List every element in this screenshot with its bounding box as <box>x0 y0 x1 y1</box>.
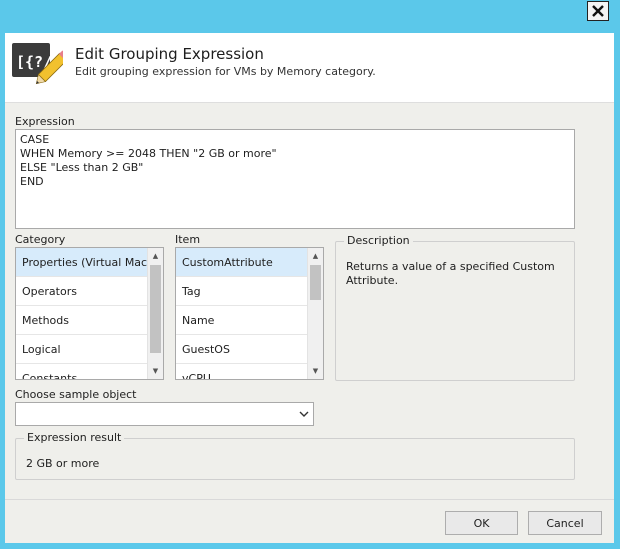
sample-object-label: Choose sample object <box>15 388 137 401</box>
item-scrollbar[interactable]: ▲ ▼ <box>307 248 323 379</box>
expression-result-value: 2 GB or more <box>26 457 100 470</box>
list-item[interactable]: Methods <box>16 306 163 335</box>
expression-line: ELSE "Less than 2 GB" <box>20 161 144 174</box>
item-listbox[interactable]: CustomAttribute Tag Name GuestOS vCPU ▲ … <box>175 247 324 380</box>
list-item[interactable]: Operators <box>16 277 163 306</box>
scroll-down-icon[interactable]: ▼ <box>148 363 163 379</box>
category-listbox[interactable]: Properties (Virtual Machine) Operators M… <box>15 247 164 380</box>
close-button[interactable] <box>587 1 609 21</box>
description-text: Returns a value of a specified Custom At… <box>346 260 555 287</box>
scroll-down-icon[interactable]: ▼ <box>308 363 323 379</box>
list-item[interactable]: CustomAttribute <box>176 248 323 277</box>
category-label: Category <box>15 233 66 246</box>
sample-object-dropdown[interactable] <box>15 402 314 426</box>
scroll-up-icon[interactable]: ▲ <box>148 248 163 264</box>
list-item[interactable]: Constants <box>16 364 163 379</box>
chevron-down-icon[interactable] <box>295 403 313 425</box>
dialog-window: [{?/ Edit Grouping Expression Edit group… <box>5 33 614 543</box>
description-group: Description Returns a value of a specifi… <box>335 234 575 381</box>
list-item[interactable]: Tag <box>176 277 323 306</box>
ok-button[interactable]: OK <box>445 511 518 535</box>
list-item[interactable]: Logical <box>16 335 163 364</box>
scroll-thumb[interactable] <box>310 265 321 300</box>
category-scrollbar[interactable]: ▲ ▼ <box>147 248 163 379</box>
list-item[interactable]: vCPU <box>176 364 323 379</box>
expression-pencil-icon: [{?/ <box>12 43 63 85</box>
dialog-title: Edit Grouping Expression <box>75 45 264 63</box>
expression-editor[interactable]: CASE WHEN Memory >= 2048 THEN "2 GB or m… <box>15 129 575 229</box>
expression-result-group: Expression result 2 GB or more <box>15 431 575 480</box>
list-item[interactable]: Name <box>176 306 323 335</box>
cancel-button[interactable]: Cancel <box>528 511 602 535</box>
item-label: Item <box>175 233 201 246</box>
expression-line: WHEN Memory >= 2048 THEN "2 GB or more" <box>20 147 277 160</box>
footer-divider <box>5 499 614 500</box>
scroll-thumb[interactable] <box>150 265 161 353</box>
dialog-subtitle: Edit grouping expression for VMs by Memo… <box>75 65 376 78</box>
expression-label: Expression <box>15 115 75 128</box>
close-icon <box>592 5 604 17</box>
description-label: Description <box>344 234 413 247</box>
dialog-header: [{?/ Edit Grouping Expression Edit group… <box>5 33 614 103</box>
expression-line: CASE <box>20 133 50 146</box>
expression-line: END <box>20 175 44 188</box>
list-item[interactable]: Properties (Virtual Machine) <box>16 248 163 277</box>
scroll-up-icon[interactable]: ▲ <box>308 248 323 264</box>
list-item[interactable]: GuestOS <box>176 335 323 364</box>
expression-result-label: Expression result <box>24 431 125 444</box>
